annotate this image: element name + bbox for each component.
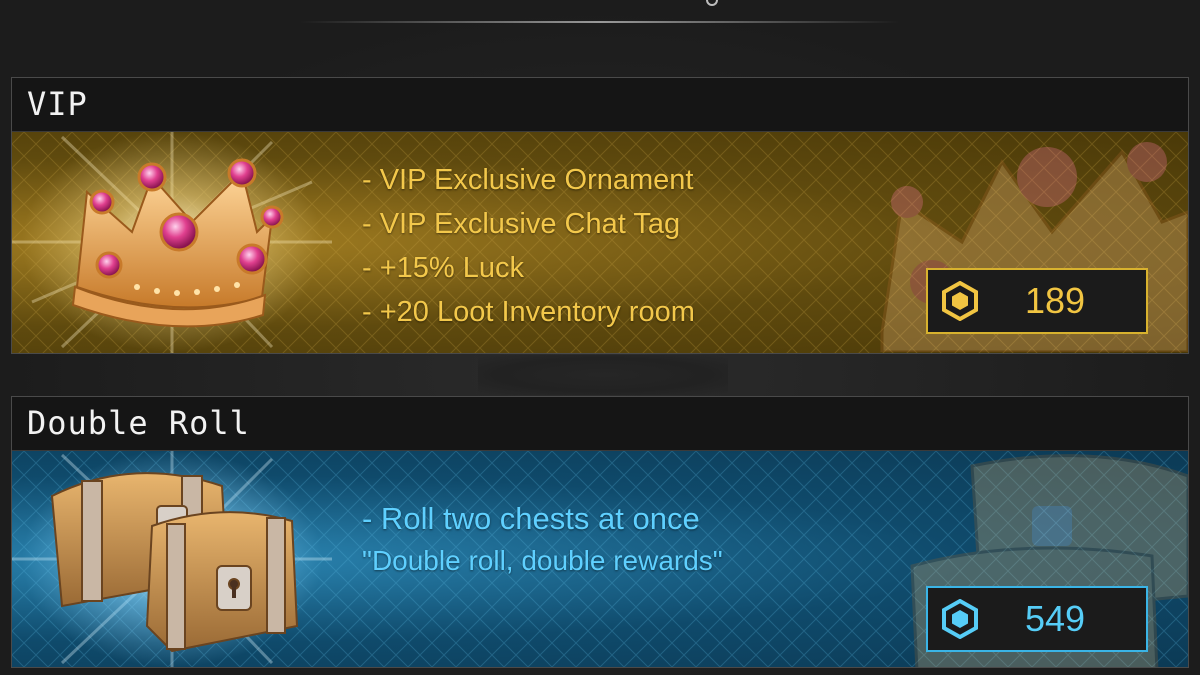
- background-shadow: [478, 355, 728, 395]
- vip-product-card: VIP - VIP Exclusive Ornament - VIP Exclu…: [11, 77, 1189, 354]
- double-roll-price-value: 549: [1024, 598, 1086, 639]
- robux-coin-icon: [942, 281, 978, 321]
- top-divider: [300, 21, 900, 23]
- vip-benefit-item: - VIP Exclusive Ornament: [362, 164, 694, 196]
- crown-icon: [71, 158, 284, 328]
- double-roll-tagline: "Double roll, double rewards": [362, 545, 723, 576]
- treasure-chest-icon: [50, 472, 299, 653]
- double-roll-buy-button[interactable]: 549: [926, 586, 1148, 652]
- double-roll-benefits-list: - Roll two chests at once "Double roll, …: [362, 497, 723, 581]
- double-roll-card-title: Double Roll: [12, 397, 1188, 451]
- double-roll-benefit-item: - Roll two chests at once: [362, 501, 700, 536]
- header-title-fragment: [706, 0, 718, 6]
- robux-coin-icon: [942, 599, 978, 639]
- double-roll-product-card: Double Roll - Roll two chests at once "D…: [11, 396, 1189, 668]
- vip-benefit-item: - +15% Luck: [362, 252, 525, 284]
- vip-card-body: - VIP Exclusive Ornament - VIP Exclusive…: [12, 132, 1188, 353]
- vip-card-title: VIP: [12, 78, 1188, 132]
- vip-benefit-item: - VIP Exclusive Chat Tag: [362, 208, 681, 240]
- vip-buy-button[interactable]: 189: [926, 268, 1148, 334]
- vip-benefit-item: - +20 Loot Inventory room: [362, 296, 695, 328]
- vip-benefits-list: - VIP Exclusive Ornament - VIP Exclusive…: [362, 158, 695, 334]
- double-roll-card-body: - Roll two chests at once "Double roll, …: [12, 451, 1188, 667]
- vip-price-value: 189: [1024, 280, 1086, 321]
